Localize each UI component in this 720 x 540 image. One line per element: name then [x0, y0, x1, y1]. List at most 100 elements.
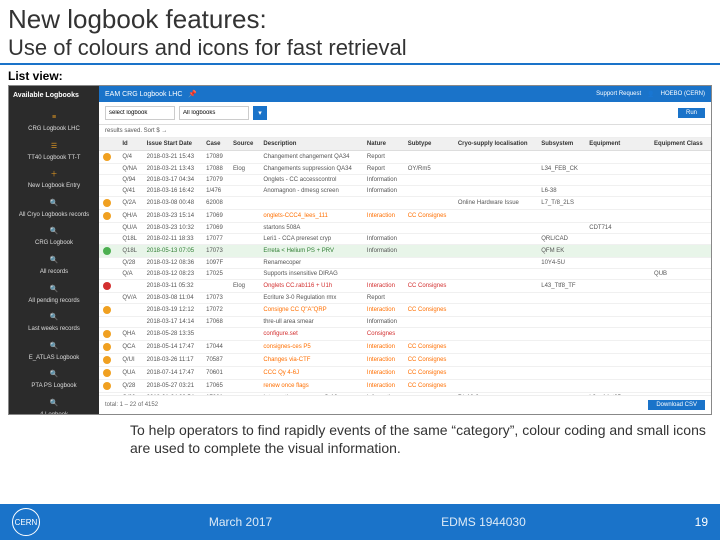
table-row[interactable]: Q/2A2018-03-08 00:4862008Online Hardware…: [99, 197, 711, 210]
table-row[interactable]: QHA2018-05-28 13:35configure.setConsigne…: [99, 328, 711, 341]
footer-edms: EDMS 1944030: [441, 515, 526, 529]
col-header[interactable]: Description: [259, 138, 363, 151]
sidebar-item-label: 4 Logbook: [40, 412, 68, 414]
sidebar-item-label: New Logbook Entry: [28, 183, 80, 190]
search-icon: 🔍: [47, 282, 61, 296]
search-icon: 🔍: [47, 310, 61, 324]
sidebar-item-10[interactable]: 🔍 4 Logbook: [11, 393, 97, 414]
logbook-table: IdIssue Start DateCaseSourceDescriptionN…: [99, 138, 711, 395]
row-status-icon: [103, 199, 111, 207]
layers-icon: ≡: [47, 110, 61, 124]
table-row[interactable]: QV/A2018-03-08 11:0417073Ecriture 3-0 Re…: [99, 293, 711, 304]
cern-logo: CERN: [12, 508, 40, 536]
col-header[interactable]: Case: [202, 138, 229, 151]
col-header[interactable]: Nature: [363, 138, 404, 151]
table-row[interactable]: Q/282018-03-12 08:361097FRenamecoper10Y4…: [99, 258, 711, 269]
filter-bar: ▾ Run: [99, 102, 711, 125]
search-icon: 🔍: [47, 224, 61, 238]
user-icon: 👤: [647, 91, 654, 98]
sidebar-item-label: All Cryo Logbooks records: [19, 212, 89, 219]
table-row[interactable]: Q/A2018-03-12 08:2317025Supports insensi…: [99, 269, 711, 280]
sidebar-item-label: All pending records: [28, 298, 79, 305]
col-header[interactable]: Subsystem: [537, 138, 585, 151]
listview-label: List view:: [0, 65, 720, 85]
sidebar-item-4[interactable]: 🔍 CRG Logbook: [11, 221, 97, 250]
filter-icon[interactable]: ▾: [253, 106, 267, 120]
col-header[interactable]: Equipment: [585, 138, 650, 151]
sidebar-item-2[interactable]: ＋New Logbook Entry: [11, 164, 97, 193]
sidebar-item-3[interactable]: 🔍All Cryo Logbooks records: [11, 193, 97, 222]
col-header[interactable]: Source: [229, 138, 259, 151]
table-row[interactable]: QU/A2018-03-23 10:3217069startons 508ACD…: [99, 223, 711, 234]
table-row[interactable]: QH/A2018-03-23 15:1417069onglets-CCC4_le…: [99, 210, 711, 223]
pager: total: 1 – 22 of 4152 Download CSV: [99, 395, 711, 414]
search-icon: 🔍: [47, 396, 61, 410]
sidebar-title: Available Logbooks: [11, 90, 97, 103]
sidebar-item-label: TT40 Logbook TT-T: [28, 155, 81, 162]
table-row[interactable]: Q/282018-05-27 03:2117065renew once flag…: [99, 380, 711, 393]
table-row[interactable]: 2018-03-17 14:1417068thre-ull area smear…: [99, 317, 711, 328]
row-status-icon: [103, 153, 111, 161]
support-link[interactable]: Support Request: [596, 91, 641, 97]
rows-icon: ☰: [47, 139, 61, 153]
table-row[interactable]: QUA2018-07-14 17:4770601CCC Qy 4-6JInter…: [99, 367, 711, 380]
row-status-icon: [103, 369, 111, 377]
pin-icon[interactable]: 📌: [188, 90, 197, 98]
caption-text: To help operators to find rapidly events…: [0, 415, 720, 461]
sidebar-item-8[interactable]: 🔍 E_ATLAS Logbook: [11, 336, 97, 365]
search-icon: 🔍: [47, 253, 61, 267]
sidebar: Available Logbooks ≡CRG Logbook LHC ☰ TT40…: [9, 86, 99, 414]
app-frame: Available Logbooks ≡CRG Logbook LHC ☰ TT40…: [8, 85, 712, 415]
run-button[interactable]: Run: [678, 108, 705, 118]
download-csv-button[interactable]: Download CSV: [648, 400, 705, 410]
row-status-icon: [103, 247, 111, 255]
sidebar-item-5[interactable]: 🔍 All records: [11, 250, 97, 279]
col-header[interactable]: Id: [118, 138, 142, 151]
table-row[interactable]: Q/942018-03-17 04:3417079Onglets - CC ac…: [99, 175, 711, 186]
pager-info: total: 1 – 22 of 4152: [105, 402, 158, 408]
user-name: HOEBO (CERN): [661, 91, 705, 97]
sidebar-item-0[interactable]: ≡CRG Logbook LHC: [11, 107, 97, 136]
table-row[interactable]: 2018-03-19 12:1217072Consigne CC Q"A"QRP…: [99, 304, 711, 317]
table-row[interactable]: Q18L2018-05-13 07:0517073Erreta < Helium…: [99, 245, 711, 258]
search-icon: 🔍: [47, 339, 61, 353]
sidebar-item-label: PTA PS Logbook: [31, 383, 76, 390]
row-status-icon: [103, 330, 111, 338]
table-row[interactable]: Q/412018-03-16 16:421/476Anomagnon - dme…: [99, 186, 711, 197]
sidebar-item-label: CRG Logbook: [35, 240, 73, 247]
col-header[interactable]: Subtype: [404, 138, 454, 151]
sidebar-item-label: Last weeks records: [28, 326, 80, 333]
table-row[interactable]: Q/NA2018-03-21 13:4317088ElogChangements…: [99, 164, 711, 175]
table-row[interactable]: QCA2018-05-14 17:4717044consignes-ces P5…: [99, 341, 711, 354]
row-status-icon: [103, 382, 111, 390]
main-area: EAM CRG Logbook LHC 📌 Support Request 👤 …: [99, 86, 711, 414]
sidebar-item-9[interactable]: 🔍 PTA PS Logbook: [11, 364, 97, 393]
col-header[interactable]: [99, 138, 118, 151]
table-row[interactable]: 2018-03-11 05:32ElogOnglets CC.rab116 + …: [99, 280, 711, 293]
footer-date: March 2017: [209, 515, 272, 529]
subfilter-text: results saved. Sort $ →: [99, 125, 711, 138]
sidebar-item-6[interactable]: 🔍 All pending records: [11, 279, 97, 308]
topbar: EAM CRG Logbook LHC 📌 Support Request 👤 …: [99, 86, 711, 102]
footer-page: 19: [695, 515, 708, 529]
sidebar-item-7[interactable]: 🔍 Last weeks records: [11, 307, 97, 336]
col-header[interactable]: Cryo-supply localisation: [454, 138, 537, 151]
table-row[interactable]: Q/42018-03-21 15:4317089Changement chang…: [99, 151, 711, 164]
table-wrap[interactable]: IdIssue Start DateCaseSourceDescriptionN…: [99, 138, 711, 395]
table-row[interactable]: Q/UI2018-03-26 11:1770587Changes via-CTF…: [99, 354, 711, 367]
table-row[interactable]: Q18L2018-02-11 18:3317077Leri1 - CCA pre…: [99, 234, 711, 245]
sidebar-item-label: E_ATLAS Logbook: [29, 355, 80, 362]
footer-bar: CERN March 2017 EDMS 1944030 19: [0, 504, 720, 540]
row-status-icon: [103, 282, 111, 290]
col-header[interactable]: Equipment Class: [650, 138, 711, 151]
sidebar-item-label: All records: [40, 269, 68, 276]
filter-all[interactable]: [179, 106, 249, 120]
slide-subtitle: Use of colours and icons for fast retrie…: [0, 35, 720, 65]
row-status-icon: [103, 212, 111, 220]
col-header[interactable]: Issue Start Date: [143, 138, 202, 151]
slide-title: New logbook features:: [0, 0, 720, 35]
filter-logbook[interactable]: [105, 106, 175, 120]
app-title: EAM CRG Logbook LHC: [105, 91, 182, 98]
search-icon: 🔍: [47, 367, 61, 381]
sidebar-item-1[interactable]: ☰ TT40 Logbook TT-T: [11, 136, 97, 165]
